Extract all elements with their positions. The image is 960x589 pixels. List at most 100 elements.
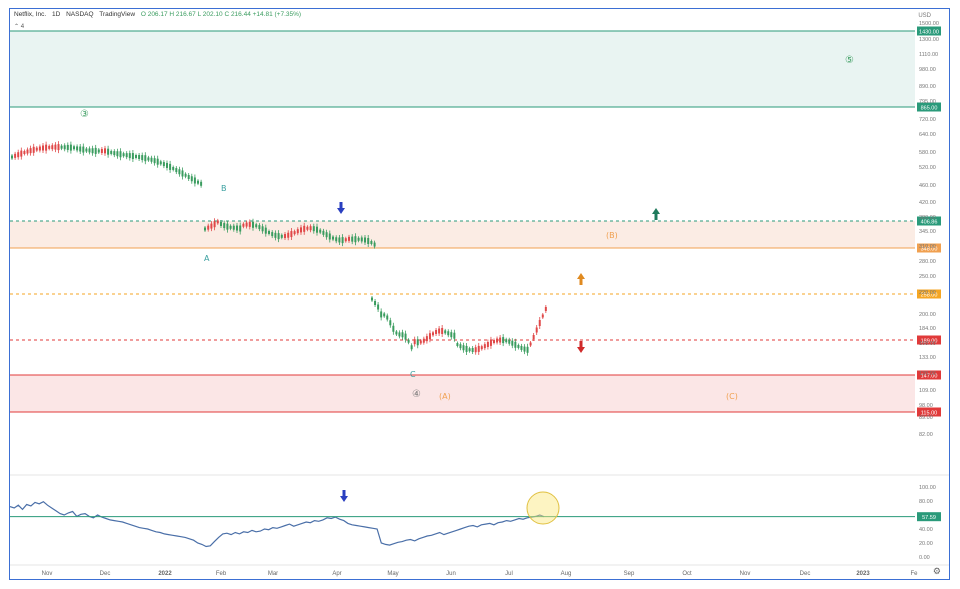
price-candle-late-body bbox=[438, 328, 441, 334]
price-candle-early-body bbox=[181, 170, 184, 177]
price-candle-early-body bbox=[94, 147, 97, 154]
time-axis-tick: Sep bbox=[624, 571, 635, 577]
price-candle-late-body bbox=[462, 345, 465, 351]
price-candle-late-body bbox=[538, 320, 541, 326]
price-candle-early-body bbox=[45, 144, 48, 151]
price-axis-tick: 890.00 bbox=[919, 84, 936, 90]
price-candle-late-body bbox=[374, 301, 377, 305]
price-candle-late-body bbox=[444, 330, 447, 334]
price-candle-late-body bbox=[499, 337, 502, 343]
price-chart[interactable]: 1430.00865.00406.86348.00258.00189.00147… bbox=[10, 9, 950, 580]
price-candle-mid-body bbox=[261, 226, 264, 232]
price-candle-late-body bbox=[496, 338, 499, 343]
price-candle-mid-body bbox=[204, 227, 206, 231]
price-candle-late-body bbox=[459, 344, 462, 349]
price-candle-mid-body bbox=[223, 223, 226, 229]
time-axis-tick: Aug bbox=[561, 571, 572, 577]
price-candle-early-body bbox=[23, 151, 26, 155]
price-candle-early-body bbox=[79, 146, 82, 152]
time-axis-tick: Dec bbox=[800, 571, 811, 577]
price-candle-mid-body bbox=[341, 237, 344, 244]
price-axis-tick: 420.00 bbox=[919, 200, 936, 206]
price-candle-early-body bbox=[69, 144, 72, 151]
price-axis-tick: 133.00 bbox=[919, 355, 936, 361]
highlight-circle bbox=[526, 491, 560, 525]
price-candle-late-body bbox=[511, 340, 514, 346]
price-candle-mid-body bbox=[274, 232, 277, 238]
price-candle-early-body bbox=[57, 144, 60, 151]
oscillator-axis-tick: 100.00 bbox=[919, 485, 936, 491]
price-candle-early-body bbox=[100, 148, 103, 153]
price-axis-tick: 310.00 bbox=[919, 244, 936, 250]
price-axis-tick: 82.00 bbox=[919, 432, 933, 438]
gear-icon[interactable]: ⚙ bbox=[933, 566, 941, 577]
price-candle-late-body bbox=[523, 346, 526, 352]
price-axis-tick: 184.00 bbox=[919, 326, 936, 332]
price-candle-early-body bbox=[131, 153, 134, 160]
time-axis-tick: 2023 bbox=[856, 571, 870, 577]
price-candle-early-body bbox=[197, 180, 199, 184]
price-candle-late-body bbox=[413, 339, 416, 345]
price-candle-mid-body bbox=[236, 225, 238, 231]
time-axis-tick: Jun bbox=[446, 571, 456, 577]
price-candle-early-body bbox=[17, 152, 20, 158]
price-candle-early-body bbox=[153, 158, 156, 164]
price-candle-early-body bbox=[169, 163, 172, 170]
price-axis-tick: 250.00 bbox=[919, 274, 936, 280]
price-candle-late-body bbox=[517, 344, 520, 348]
price-candle-late-body bbox=[529, 342, 532, 346]
price-candle-late-body bbox=[404, 333, 407, 340]
price-candle-mid-body bbox=[213, 221, 216, 228]
zone-upper bbox=[10, 31, 915, 107]
price-candle-early-body bbox=[42, 145, 44, 151]
price-candle-mid-body bbox=[300, 227, 302, 233]
price-candle-mid-body bbox=[344, 238, 347, 242]
price-candle-mid-body bbox=[264, 227, 267, 234]
price-axis-tick: 98.00 bbox=[919, 403, 933, 409]
price-candle-late-body bbox=[502, 337, 505, 344]
price-candle-mid-body bbox=[252, 221, 254, 228]
price-axis-tick: 520.00 bbox=[919, 165, 936, 171]
price-candle-mid-body bbox=[210, 223, 213, 229]
price-axis-tick: 720.00 bbox=[919, 117, 936, 123]
price-candle-mid-body bbox=[348, 236, 350, 241]
price-candle-late-body bbox=[508, 339, 511, 344]
price-candle-early-body bbox=[54, 144, 57, 150]
price-candle-late-body bbox=[505, 339, 508, 343]
price-candle-early-body bbox=[51, 145, 54, 150]
price-axis-tick: 89.00 bbox=[919, 415, 933, 421]
price-candle-late-body bbox=[514, 341, 517, 348]
price-candle-early-body bbox=[119, 151, 122, 158]
price-candle-late-body bbox=[480, 346, 483, 350]
price-candle-early-body bbox=[172, 166, 175, 170]
wave-label: ④ bbox=[412, 389, 421, 400]
price-candle-late-body bbox=[383, 313, 386, 317]
price-candle-late-body bbox=[395, 331, 398, 335]
price-candle-early-body bbox=[60, 145, 63, 149]
price-axis-tick: 168.00 bbox=[919, 341, 936, 347]
price-candle-mid-body bbox=[322, 230, 325, 235]
price-candle-mid-body bbox=[370, 241, 373, 245]
price-candle-early-body bbox=[104, 148, 106, 154]
price-candle-late-body bbox=[398, 332, 401, 337]
level-label: 865.00 bbox=[921, 106, 938, 112]
price-candle-early-body bbox=[116, 151, 119, 157]
price-candle-late-body bbox=[380, 311, 383, 318]
price-candle-mid-body bbox=[335, 237, 338, 242]
price-candle-early-body bbox=[175, 168, 178, 173]
price-candle-early-body bbox=[38, 146, 41, 151]
price-candle-early-body bbox=[200, 181, 203, 186]
price-candle-late-body bbox=[468, 348, 471, 352]
price-candle-mid-body bbox=[220, 221, 222, 226]
time-axis-tick: Mar bbox=[268, 571, 278, 577]
price-candle-mid-body bbox=[239, 225, 242, 232]
zone-lower bbox=[10, 375, 915, 412]
price-candle-late-body bbox=[456, 343, 459, 347]
wave-label: A bbox=[204, 254, 210, 263]
price-candle-mid-body bbox=[296, 229, 299, 234]
price-axis-tick: 1110.00 bbox=[919, 52, 938, 58]
price-candle-mid-body bbox=[354, 236, 357, 243]
price-candle-early-body bbox=[147, 157, 150, 161]
price-candle-mid-body bbox=[229, 225, 232, 229]
price-candle-mid-body bbox=[277, 233, 280, 240]
